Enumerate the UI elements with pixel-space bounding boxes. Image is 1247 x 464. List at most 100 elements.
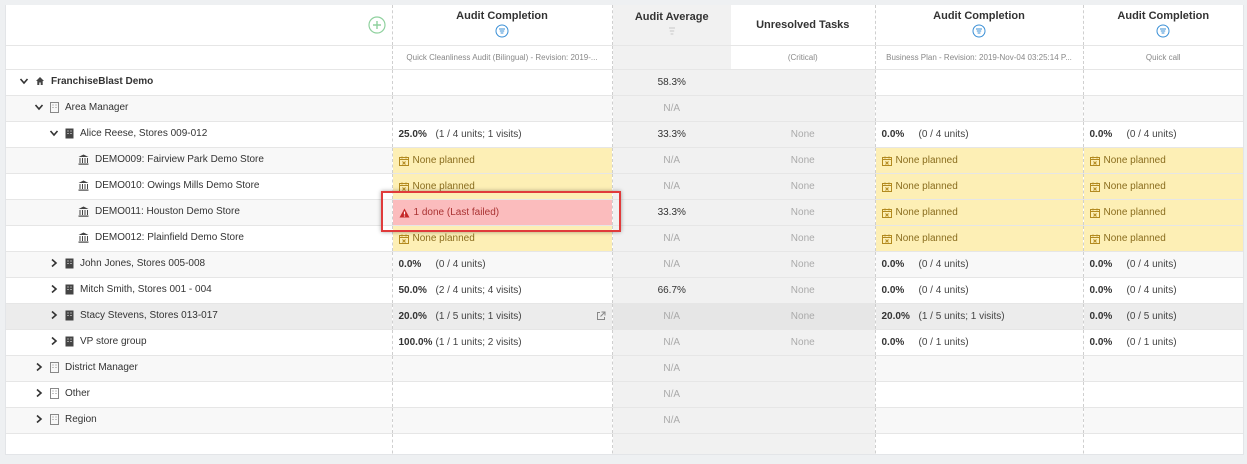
- cell-col4[interactable]: 0.0% (0 / 4 units): [875, 251, 1084, 278]
- row-name-cell[interactable]: VP store group: [6, 329, 393, 356]
- cell-col5[interactable]: 0.0% (0 / 5 units): [1083, 303, 1243, 330]
- header-unresolved-tasks[interactable]: Unresolved Tasks: [731, 5, 876, 46]
- cell-col3: None: [731, 251, 876, 278]
- calendar-icon: [881, 182, 892, 192]
- cell-col4[interactable]: 0.0% (0 / 1 units): [875, 329, 1084, 356]
- filter-settings-icon[interactable]: [495, 24, 509, 38]
- chevron-right-icon[interactable]: [34, 362, 44, 372]
- row-name-cell[interactable]: Mitch Smith, Stores 001 - 004: [6, 277, 393, 304]
- cell-col1[interactable]: 25.0% (1 / 4 units; 1 visits): [392, 121, 613, 148]
- filler-cell: [1083, 433, 1243, 454]
- cell-col3: [731, 69, 876, 96]
- cell-col3: None: [731, 173, 876, 200]
- cell-col4[interactable]: 0.0% (0 / 4 units): [875, 121, 1084, 148]
- add-column-cell: [6, 5, 393, 46]
- cell-col1[interactable]: 0.0% (0 / 4 units): [392, 251, 613, 278]
- cell-col5[interactable]: None planned: [1083, 173, 1243, 200]
- cell-col5[interactable]: 0.0% (0 / 4 units): [1083, 251, 1243, 278]
- header-title: Audit Completion: [1117, 9, 1210, 22]
- cell-col1[interactable]: None planned: [392, 173, 613, 200]
- chevron-right-icon[interactable]: [34, 388, 44, 398]
- header-audit-completion-3[interactable]: Audit Completion: [1083, 5, 1243, 46]
- cell-col1: [392, 69, 613, 96]
- table-row: District Manager N/A: [6, 355, 1243, 382]
- cell-col2: N/A: [612, 355, 731, 382]
- chevron-down-icon[interactable]: [34, 102, 44, 112]
- row-name-cell[interactable]: District Manager: [6, 355, 393, 382]
- chevron-right-icon[interactable]: [49, 336, 59, 346]
- row-name-cell[interactable]: Stacy Stevens, Stores 013-017: [6, 303, 393, 330]
- subheader-empty: [6, 45, 393, 70]
- row-label: Mitch Smith, Stores 001 - 004: [80, 283, 212, 295]
- row-name-cell[interactable]: FranchiseBlast Demo: [6, 69, 393, 96]
- external-link-icon[interactable]: [596, 311, 606, 321]
- cell-col1[interactable]: 50.0% (2 / 4 units; 4 visits): [392, 277, 613, 304]
- failed-text: 1 done (Last failed): [413, 207, 500, 218]
- cell-col3: None: [731, 303, 876, 330]
- cell-col4[interactable]: 20.0% (1 / 5 units; 1 visits): [875, 303, 1084, 330]
- cell-col4[interactable]: None planned: [875, 173, 1084, 200]
- cell-col3: [731, 381, 876, 408]
- cell-col5: [1083, 381, 1243, 408]
- header-audit-average[interactable]: Audit Average: [612, 5, 731, 46]
- chevron-right-icon[interactable]: [49, 258, 59, 268]
- pct-value: 0.0%: [881, 337, 905, 348]
- chevron-right-icon[interactable]: [34, 414, 44, 424]
- cell-col4[interactable]: 0.0% (0 / 4 units): [875, 277, 1084, 304]
- building-outline-icon: [50, 101, 59, 113]
- row-name-cell[interactable]: Alice Reese, Stores 009-012: [6, 121, 393, 148]
- row-name-cell[interactable]: DEMO009: Fairview Park Demo Store: [6, 147, 393, 174]
- row-name-cell[interactable]: John Jones, Stores 005-008: [6, 251, 393, 278]
- cell-col2: N/A: [612, 173, 731, 200]
- add-column-icon[interactable]: [367, 16, 386, 34]
- row-label: District Manager: [65, 361, 138, 373]
- row-name-cell[interactable]: Other: [6, 381, 393, 408]
- row-name-cell[interactable]: Region: [6, 407, 393, 434]
- chevron-down-icon[interactable]: [49, 128, 59, 138]
- building-outline-icon: [50, 413, 59, 425]
- row-name-cell[interactable]: DEMO011: Houston Demo Store: [6, 199, 393, 226]
- chevron-down-icon[interactable]: [19, 76, 29, 86]
- cell-col4[interactable]: None planned: [875, 199, 1084, 226]
- units-value: (0 / 4 units): [918, 129, 969, 140]
- filler-cell: [392, 433, 613, 454]
- pct-value: 0.0%: [1089, 311, 1113, 322]
- row-label: Area Manager: [65, 101, 129, 113]
- cell-col1[interactable]: None planned: [392, 147, 613, 174]
- chevron-right-icon[interactable]: [49, 310, 59, 320]
- table-filler-row: [6, 433, 1243, 454]
- pct-value: 0.0%: [881, 129, 905, 140]
- chevron-right-icon[interactable]: [49, 284, 59, 294]
- row-name-cell[interactable]: DEMO010: Owings Mills Demo Store: [6, 173, 393, 200]
- cell-col1[interactable]: 1 done (Last failed): [392, 199, 613, 226]
- header-audit-completion-2[interactable]: Audit Completion: [875, 5, 1084, 46]
- subheader-col5: Quick call: [1083, 45, 1243, 70]
- row-name-cell[interactable]: DEMO012: Plainfield Demo Store: [6, 225, 393, 252]
- units-value: (0 / 5 units): [1126, 311, 1177, 322]
- cell-col1[interactable]: None planned: [392, 225, 613, 252]
- pct-value: 0.0%: [1089, 259, 1113, 270]
- planned-text: None planned: [895, 155, 958, 166]
- filter-settings-icon[interactable]: [1156, 24, 1170, 38]
- cell-col2: 58.3%: [612, 69, 731, 96]
- cell-col4[interactable]: None planned: [875, 147, 1084, 174]
- row-name-cell[interactable]: Area Manager: [6, 95, 393, 122]
- cell-col1: [392, 381, 613, 408]
- cell-col5[interactable]: None planned: [1083, 199, 1243, 226]
- cell-col4[interactable]: None planned: [875, 225, 1084, 252]
- header-audit-completion-1[interactable]: Audit Completion: [392, 5, 613, 46]
- cell-col1[interactable]: 20.0% (1 / 5 units; 1 visits): [392, 303, 613, 330]
- filter-settings-icon[interactable]: [972, 24, 986, 38]
- cell-col5[interactable]: None planned: [1083, 147, 1243, 174]
- cell-col5[interactable]: None planned: [1083, 225, 1243, 252]
- sort-icon[interactable]: [665, 25, 679, 37]
- building-outline-icon: [50, 387, 59, 399]
- units-value: (0 / 4 units): [1126, 285, 1177, 296]
- row-label: DEMO010: Owings Mills Demo Store: [95, 179, 260, 191]
- store-icon: [78, 180, 89, 191]
- cell-col5[interactable]: 0.0% (0 / 1 units): [1083, 329, 1243, 356]
- cell-col5[interactable]: 0.0% (0 / 4 units): [1083, 121, 1243, 148]
- cell-col5[interactable]: 0.0% (0 / 4 units): [1083, 277, 1243, 304]
- cell-col1[interactable]: 100.0% (1 / 1 units; 2 visits): [392, 329, 613, 356]
- warning-icon: [399, 208, 409, 217]
